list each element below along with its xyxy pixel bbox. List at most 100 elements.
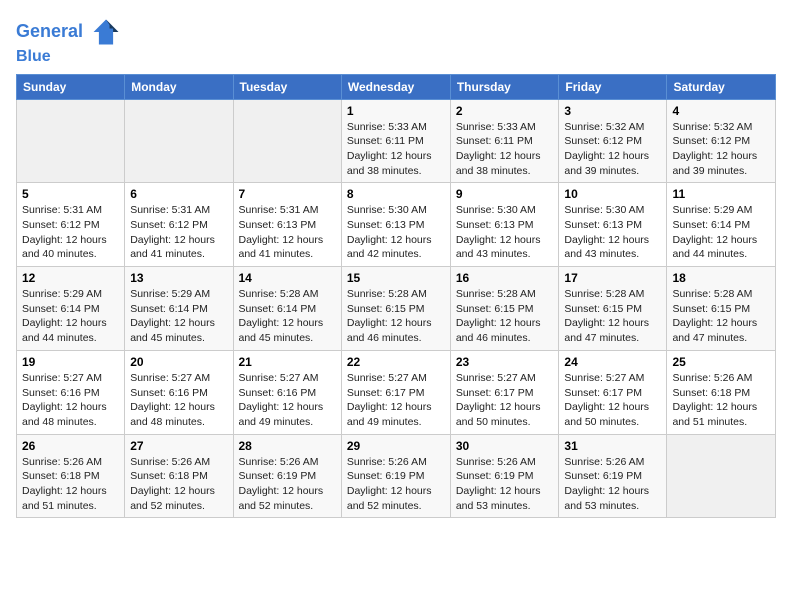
- day-number: 3: [564, 104, 661, 118]
- day-info: Sunrise: 5:27 AMSunset: 6:16 PMDaylight:…: [130, 371, 227, 430]
- day-number: 16: [456, 271, 554, 285]
- calendar-cell: 11 Sunrise: 5:29 AMSunset: 6:14 PMDayligh…: [667, 183, 776, 267]
- day-info: Sunrise: 5:30 AMSunset: 6:13 PMDaylight:…: [347, 203, 445, 262]
- day-info: Sunrise: 5:26 AMSunset: 6:19 PMDaylight:…: [456, 455, 554, 514]
- calendar-cell: 26Sunrise: 5:26 AMSunset: 6:18 PMDayligh…: [17, 434, 125, 518]
- day-number: 5: [22, 187, 119, 201]
- day-info: Sunrise: 5:26 AMSunset: 6:19 PMDaylight:…: [239, 455, 336, 514]
- weekday-header-wednesday: Wednesday: [341, 74, 450, 99]
- day-number: 10: [564, 187, 661, 201]
- day-number: 26: [22, 439, 119, 453]
- calendar-cell: 9 Sunrise: 5:30 AMSunset: 6:13 PMDaylight…: [450, 183, 559, 267]
- day-info: Sunrise: 5:26 AMSunset: 6:18 PMDaylight:…: [672, 371, 770, 430]
- day-info: Sunrise: 5:28 AMSunset: 6:15 PMDaylight:…: [564, 287, 661, 346]
- logo-icon: [90, 16, 122, 48]
- calendar-cell: 13 Sunrise: 5:29 AMSunset: 6:14 PMDayligh…: [125, 267, 233, 351]
- calendar-cell: 23 Sunrise: 5:27 AMSunset: 6:17 PMDayligh…: [450, 350, 559, 434]
- day-info: Sunrise: 5:29 AMSunset: 6:14 PMDaylight:…: [130, 287, 227, 346]
- day-number: 11: [672, 187, 770, 201]
- calendar-cell: [17, 99, 125, 183]
- day-number: 2: [456, 104, 554, 118]
- calendar-cell: 10 Sunrise: 5:30 AMSunset: 6:13 PMDayligh…: [559, 183, 667, 267]
- weekday-header-thursday: Thursday: [450, 74, 559, 99]
- calendar-cell: 7 Sunrise: 5:31 AMSunset: 6:13 PMDaylight…: [233, 183, 341, 267]
- calendar-week-5: 26 Sunrise: 5:26 AMSunset: 6:18 PMDayligh…: [17, 434, 776, 518]
- day-info: Sunrise: 5:32 AMSunset: 6:12 PMDaylight:…: [564, 120, 661, 179]
- day-number: 25: [672, 355, 770, 369]
- day-info: Sunrise: 5:33 AMSunset: 6:11 PMDaylight:…: [347, 120, 445, 179]
- day-number: 12: [22, 271, 119, 285]
- day-info: Sunrise: 5:33 AMSunset: 6:11 PMDaylight:…: [456, 120, 554, 179]
- day-number: 18: [672, 271, 770, 285]
- day-info: Sunrise: 5:27 AMSunset: 6:16 PMDaylight:…: [239, 371, 336, 430]
- day-info: Sunrise: 5:28 AMSunset: 6:15 PMDaylight:…: [672, 287, 770, 346]
- calendar-cell: [233, 99, 341, 183]
- day-number: 30: [456, 439, 554, 453]
- day-info: Sunrise: 5:29 AMSunset: 6:14 PMDaylight:…: [22, 287, 119, 346]
- day-number: 21: [239, 355, 336, 369]
- day-number: 4: [672, 104, 770, 118]
- calendar-cell: 30 Sunrise: 5:26 AMSunset: 6:19 PMDayligh…: [450, 434, 559, 518]
- calendar-cell: 27 Sunrise: 5:26 AMSunset: 6:18 PMDayligh…: [125, 434, 233, 518]
- day-number: 29: [347, 439, 445, 453]
- weekday-header-sunday: Sunday: [17, 74, 125, 99]
- day-info: Sunrise: 5:30 AMSunset: 6:13 PMDaylight:…: [456, 203, 554, 262]
- day-number: 14: [239, 271, 336, 285]
- calendar-cell: 25 Sunrise: 5:26 AMSunset: 6:18 PMDayligh…: [667, 350, 776, 434]
- weekday-header-friday: Friday: [559, 74, 667, 99]
- day-number: 23: [456, 355, 554, 369]
- calendar-cell: 2 Sunrise: 5:33 AMSunset: 6:11 PMDaylight…: [450, 99, 559, 183]
- day-info: Sunrise: 5:28 AMSunset: 6:14 PMDaylight:…: [239, 287, 336, 346]
- calendar-cell: 6Sunrise: 5:31 AMSunset: 6:12 PMDaylight…: [125, 183, 233, 267]
- day-number: 20: [130, 355, 227, 369]
- day-number: 13: [130, 271, 227, 285]
- day-number: 8: [347, 187, 445, 201]
- calendar-cell: 3 Sunrise: 5:32 AMSunset: 6:12 PMDaylight…: [559, 99, 667, 183]
- calendar-cell: 16Sunrise: 5:28 AMSunset: 6:15 PMDayligh…: [450, 267, 559, 351]
- calendar-week-1: 1 Sunrise: 5:33 AMSunset: 6:11 PMDaylight…: [17, 99, 776, 183]
- calendar-cell: 17 Sunrise: 5:28 AMSunset: 6:15 PMDayligh…: [559, 267, 667, 351]
- calendar-cell: 29 Sunrise: 5:26 AMSunset: 6:19 PMDayligh…: [341, 434, 450, 518]
- day-info: Sunrise: 5:26 AMSunset: 6:19 PMDaylight:…: [347, 455, 445, 514]
- calendar-cell: 28Sunrise: 5:26 AMSunset: 6:19 PMDayligh…: [233, 434, 341, 518]
- logo-blue-text: Blue: [16, 48, 122, 66]
- day-number: 27: [130, 439, 227, 453]
- calendar-cell: 12 Sunrise: 5:29 AMSunset: 6:14 PMDayligh…: [17, 267, 125, 351]
- page-header: General Blue: [16, 16, 776, 66]
- weekday-header-monday: Monday: [125, 74, 233, 99]
- day-info: Sunrise: 5:27 AMSunset: 6:17 PMDaylight:…: [456, 371, 554, 430]
- day-info: Sunrise: 5:29 AMSunset: 6:14 PMDaylight:…: [672, 203, 770, 262]
- day-info: Sunrise: 5:31 AMSunset: 6:12 PMDaylight:…: [22, 203, 119, 262]
- calendar-cell: 24 Sunrise: 5:27 AMSunset: 6:17 PMDayligh…: [559, 350, 667, 434]
- calendar-cell: 19 Sunrise: 5:27 AMSunset: 6:16 PMDayligh…: [17, 350, 125, 434]
- calendar-cell: 5 Sunrise: 5:31 AMSunset: 6:12 PMDaylight…: [17, 183, 125, 267]
- day-number: 1: [347, 104, 445, 118]
- day-info: Sunrise: 5:30 AMSunset: 6:13 PMDaylight:…: [564, 203, 661, 262]
- calendar-cell: [667, 434, 776, 518]
- calendar-cell: 8 Sunrise: 5:30 AMSunset: 6:13 PMDaylight…: [341, 183, 450, 267]
- day-info: Sunrise: 5:27 AMSunset: 6:17 PMDaylight:…: [347, 371, 445, 430]
- day-number: 17: [564, 271, 661, 285]
- calendar-cell: 22 Sunrise: 5:27 AMSunset: 6:17 PMDayligh…: [341, 350, 450, 434]
- calendar-cell: 4 Sunrise: 5:32 AMSunset: 6:12 PMDaylight…: [667, 99, 776, 183]
- day-number: 19: [22, 355, 119, 369]
- day-number: 24: [564, 355, 661, 369]
- weekday-header-row: SundayMondayTuesdayWednesdayThursdayFrid…: [17, 74, 776, 99]
- day-info: Sunrise: 5:26 AMSunset: 6:18 PMDaylight:…: [130, 455, 227, 514]
- day-number: 9: [456, 187, 554, 201]
- day-info: Sunrise: 5:26 AMSunset: 6:19 PMDaylight:…: [564, 455, 661, 514]
- calendar-cell: [125, 99, 233, 183]
- calendar-week-3: 12 Sunrise: 5:29 AMSunset: 6:14 PMDayligh…: [17, 267, 776, 351]
- day-info: Sunrise: 5:31 AMSunset: 6:13 PMDaylight:…: [239, 203, 336, 262]
- day-info: Sunrise: 5:27 AMSunset: 6:16 PMDaylight:…: [22, 371, 119, 430]
- day-info: Sunrise: 5:32 AMSunset: 6:12 PMDaylight:…: [672, 120, 770, 179]
- weekday-header-tuesday: Tuesday: [233, 74, 341, 99]
- day-info: Sunrise: 5:27 AMSunset: 6:17 PMDaylight:…: [564, 371, 661, 430]
- day-info: Sunrise: 5:28 AMSunset: 6:15 PMDaylight:…: [347, 287, 445, 346]
- day-number: 31: [564, 439, 661, 453]
- day-number: 7: [239, 187, 336, 201]
- day-number: 22: [347, 355, 445, 369]
- calendar-cell: 18 Sunrise: 5:28 AMSunset: 6:15 PMDayligh…: [667, 267, 776, 351]
- calendar-cell: 1 Sunrise: 5:33 AMSunset: 6:11 PMDaylight…: [341, 99, 450, 183]
- day-number: 6: [130, 187, 227, 201]
